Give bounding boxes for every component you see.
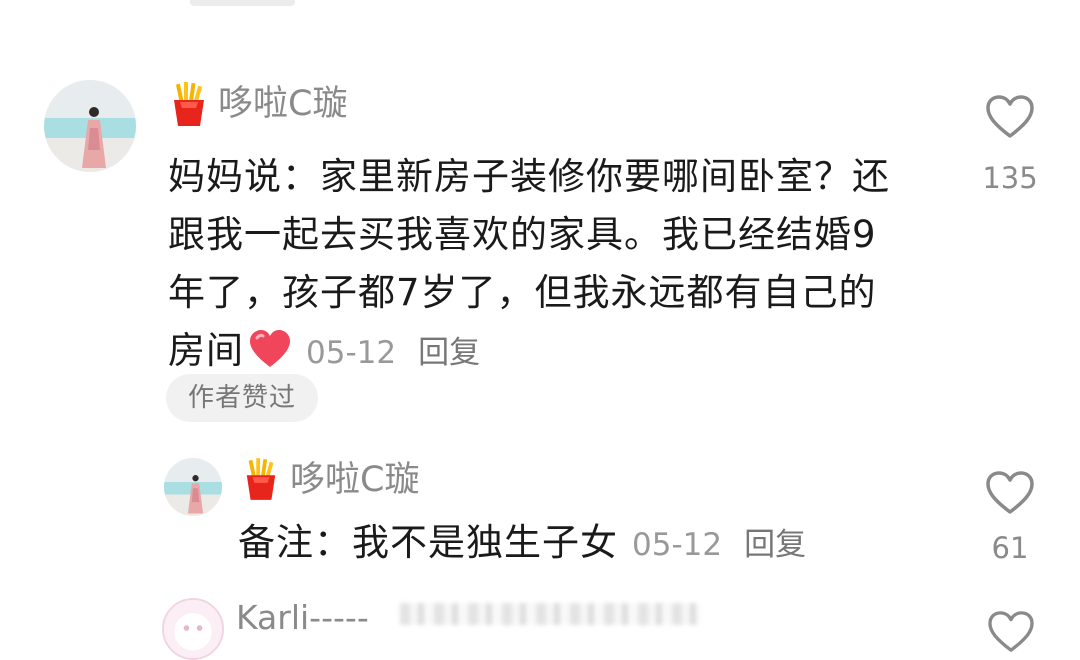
previous-item-edge (190, 0, 295, 6)
reply-username[interactable]: 哆啦C璇 (290, 458, 419, 502)
avatar-image (44, 80, 136, 172)
french-fries-icon (170, 82, 208, 128)
reply-button[interactable]: 回复 (418, 335, 480, 371)
comment-body: 妈妈说：家里新房子装修你要哪间卧室？还跟我一起去买我喜欢的家具。我已经结婚9年了… (168, 148, 913, 382)
reply-button[interactable]: 回复 (744, 527, 806, 563)
next-like-button[interactable] (984, 610, 1038, 654)
comment-username[interactable]: 哆啦C璇 (218, 82, 347, 126)
comment-date: 05-12 (306, 335, 397, 371)
heart-emoji-icon (250, 330, 290, 367)
avatar-image (164, 458, 222, 516)
avatar-image (164, 600, 222, 658)
reply-like-button[interactable]: 61 (978, 470, 1042, 566)
next-comment-avatar[interactable] (162, 598, 224, 660)
heart-outline-icon (986, 95, 1034, 138)
heart-outline-icon (988, 611, 1034, 652)
like-button[interactable]: 135 (978, 94, 1042, 196)
heart-outline-icon (986, 471, 1034, 514)
author-liked-badge: 作者赞过 (166, 374, 318, 422)
reply-avatar[interactable] (164, 458, 222, 516)
french-fries-icon (243, 458, 279, 502)
reply-date: 05-12 (632, 527, 723, 563)
blurred-text (400, 603, 700, 625)
next-comment-username[interactable]: Karli----- (236, 598, 369, 638)
like-count: 61 (991, 531, 1029, 565)
like-count: 135 (982, 161, 1038, 195)
avatar[interactable] (44, 80, 136, 172)
reply-text: 备注：我不是独生子女 (238, 521, 618, 564)
reply-body: 备注：我不是独生子女 05-12 回复 (238, 514, 806, 574)
